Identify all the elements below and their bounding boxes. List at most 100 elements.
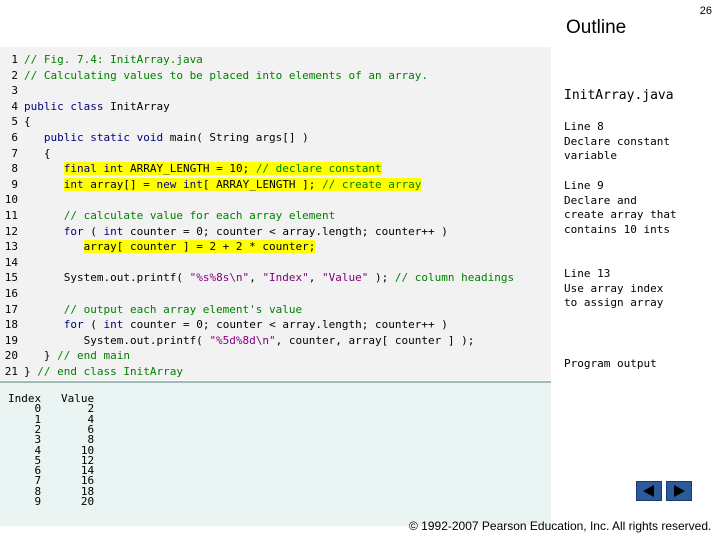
note-line9-text2: create array that <box>564 208 677 221</box>
code-token: ( <box>83 318 104 332</box>
arrow-left-icon <box>643 485 654 497</box>
code-comment: // end main <box>57 349 130 363</box>
line-number: 2 <box>11 68 18 82</box>
code-token: , <box>249 271 263 285</box>
code-keyword: new int <box>156 177 203 191</box>
line-number: 1 <box>11 53 18 66</box>
code-token: , <box>308 271 323 285</box>
note-line8-text: Declare constant <box>564 134 670 148</box>
code-comment: // Calculating values to be placed into … <box>24 68 428 82</box>
output-line: 9 20 <box>8 495 95 508</box>
code-keyword: int <box>103 224 124 238</box>
line-number: 3 <box>11 84 18 98</box>
copyright-notice: © 1992-2007 Pearson Education, Inc. All … <box>409 519 712 533</box>
code-text: // Fig. 7.4: InitArray.java <box>24 52 203 68</box>
line-number: 21 <box>4 365 18 378</box>
code-keyword: for <box>63 318 84 332</box>
line-number: 9 <box>11 177 18 191</box>
code-token: ); <box>368 271 395 285</box>
code-token: ARRAY_LENGTH = 10; <box>123 162 256 176</box>
code-token: , counter, array[ counter ] ); <box>275 333 475 347</box>
code-keyword: int <box>103 318 124 332</box>
code-comment: // output each array element's value <box>24 302 303 316</box>
line-number: 7 <box>11 146 18 160</box>
note-line9-text: Declare and <box>564 193 637 207</box>
line-number: 18 <box>4 318 18 332</box>
code-comment: // end class InitArray <box>37 365 183 378</box>
code-token: array[] = <box>83 177 157 191</box>
code-string: "Value" <box>322 271 369 285</box>
previous-slide-button[interactable] <box>636 481 662 501</box>
note-line8-text2: variable <box>564 149 617 162</box>
code-token: System.out.printf( <box>24 271 190 285</box>
code-text: // output each array element's value <box>24 302 302 318</box>
code-string: "%s%8s\n" <box>189 271 250 285</box>
code-listing: 1 // Fig. 7.4: InitArray.java 2 // Calculat… <box>0 47 551 380</box>
code-token: [ ARRAY_LENGTH ]; <box>202 177 323 191</box>
line-number: 8 <box>11 162 18 176</box>
page-number: 26 <box>699 5 712 17</box>
line-number: 19 <box>4 333 18 347</box>
code-token: InitArray <box>103 99 170 113</box>
file-title: InitArray.java <box>564 88 674 103</box>
code-token: main( String args[] ) <box>163 131 309 144</box>
code-token: array[ counter ] = 2 + 2 * counter; <box>83 240 316 254</box>
code-token: { <box>24 146 51 160</box>
code-token: ( <box>83 224 104 238</box>
code-token: } <box>24 349 58 363</box>
code-comment: // Fig. 7.4: InitArray.java <box>24 53 203 66</box>
code-token: { <box>24 115 31 129</box>
note-line13-label: Line 13 <box>564 267 611 280</box>
line-number: 5 <box>11 115 18 129</box>
code-token: counter = 0; counter < array.length; cou… <box>123 224 448 238</box>
arrow-right-icon <box>674 485 685 497</box>
note-line8: Line 8 Declare constant variable <box>564 120 670 164</box>
note-line13: Line 13 Use array index to assign array <box>564 267 663 311</box>
line-number: 13 <box>4 240 18 254</box>
next-slide-button[interactable] <box>666 481 692 501</box>
note-line9: Line 9 Declare and create array that con… <box>564 179 677 237</box>
code-keyword: int <box>63 177 84 191</box>
code-comment: // column headings <box>394 271 515 285</box>
line-number: 15 <box>4 271 18 285</box>
line-number: 14 <box>4 255 18 269</box>
code-keyword: for <box>63 224 84 238</box>
code-text: System.out.printf( "%s%8s\n", "Index", "… <box>24 270 514 286</box>
code-text: int array[] = new int[ ARRAY_LENGTH ]; /… <box>24 177 422 193</box>
line-number: 11 <box>4 209 18 222</box>
line-number: 17 <box>4 302 18 316</box>
code-text: array[ counter ] = 2 + 2 * counter; <box>24 239 316 255</box>
code-text: } // end main <box>24 348 130 364</box>
code-token: } <box>24 365 38 378</box>
code-keyword: public static void <box>24 131 164 144</box>
note-line13-text: Use array index <box>564 281 664 295</box>
code-string: "%5d%8d\n" <box>209 333 276 347</box>
slide-title: Outline <box>566 17 627 38</box>
code-text: public static void main( String args[] ) <box>24 130 309 146</box>
code-keyword: public class <box>24 99 104 113</box>
code-text: public class InitArray <box>24 99 170 115</box>
code-string: "Index" <box>262 271 309 285</box>
code-comment: // create array <box>322 177 422 191</box>
note-line9-text3: contains 10 ints <box>564 222 670 236</box>
code-text: // Calculating values to be placed into … <box>24 68 428 84</box>
line-number: 16 <box>4 287 18 300</box>
line-number: 20 <box>4 349 18 363</box>
code-token: System.out.printf( <box>24 333 210 347</box>
program-output-panel: Index Value 0 2 1 4 2 6 3 8 4 10 5 12 6 … <box>0 381 551 526</box>
code-text: { <box>24 146 51 162</box>
code-keyword: final int <box>63 162 124 176</box>
code-comment: // calculate value for each array elemen… <box>24 209 336 222</box>
code-text: } // end class InitArray <box>24 364 183 380</box>
note-program-output: Program output <box>564 357 657 370</box>
code-text: for ( int counter = 0; counter < array.l… <box>24 224 448 240</box>
code-text: for ( int counter = 0; counter < array.l… <box>24 317 448 333</box>
line-number: 10 <box>4 193 18 207</box>
note-line9-label: Line 9 <box>564 179 604 192</box>
code-comment: // declare constant <box>255 162 382 176</box>
